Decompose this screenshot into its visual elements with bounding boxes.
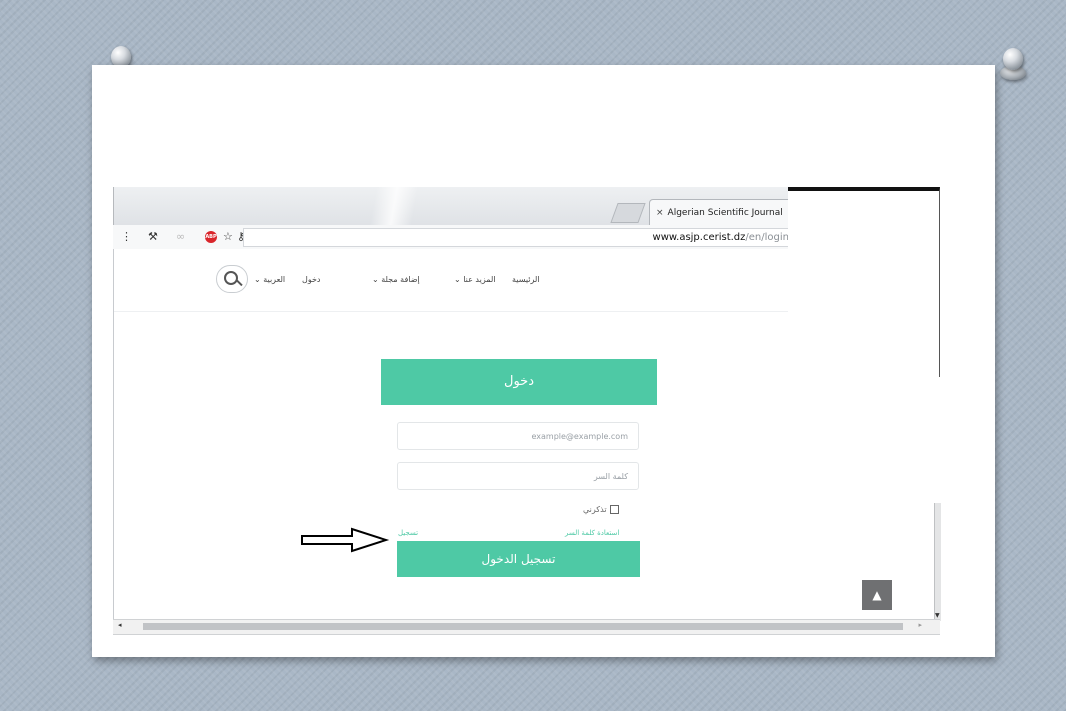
star-icon[interactable]: ☆: [223, 229, 233, 245]
browser-screenshot: × Algerian Scientific Journal ⋮ ⚒ ∞ ABP ☆…: [113, 187, 941, 635]
scrollbar-thumb[interactable]: [143, 623, 903, 630]
side-panel: [788, 187, 940, 377]
nav-login[interactable]: دخول: [302, 275, 320, 284]
tools-icon[interactable]: ⚒: [148, 229, 158, 245]
nav-add-journal[interactable]: إضافة مجلة ⌄: [372, 275, 420, 284]
site-navbar: العربية ⌄ دخول إضافة مجلة ⌄ المزيد عنا ⌄…: [114, 249, 789, 312]
horizontal-scrollbar[interactable]: ◂ ▸: [113, 619, 940, 635]
url-domain: www.asjp.cerist.dz: [652, 232, 746, 243]
forgot-password-link[interactable]: استعادة كلمة السر: [565, 529, 619, 537]
scroll-to-top-button[interactable]: ▲: [862, 580, 892, 610]
login-submit-button[interactable]: تسجيل الدخول: [397, 541, 640, 577]
search-icon[interactable]: [216, 265, 248, 293]
tab-close-icon[interactable]: ×: [656, 200, 664, 226]
tab-title: Algerian Scientific Journal: [667, 208, 783, 218]
remember-label: تذكرني: [583, 505, 607, 514]
vertical-scrollbar[interactable]: ▼: [934, 503, 941, 621]
browser-tab[interactable]: × Algerian Scientific Journal: [649, 199, 793, 226]
browser-tab-strip: × Algerian Scientific Journal: [113, 187, 793, 226]
new-tab-button[interactable]: [610, 203, 646, 223]
extension-grey-icon[interactable]: ∞: [176, 229, 185, 245]
pushpin-right-icon: [1000, 48, 1026, 82]
register-link[interactable]: تسجيل: [398, 529, 418, 537]
password-field[interactable]: كلمة السر: [397, 462, 639, 490]
nav-home[interactable]: الرئيسية: [512, 275, 540, 284]
chevron-up-icon: ▲: [872, 588, 882, 602]
url-path: /en/login: [745, 232, 789, 243]
url-field[interactable]: www.asjp.cerist.dz/en/login: [243, 228, 789, 247]
menu-dots-icon[interactable]: ⋮: [121, 229, 132, 245]
abp-adblock-icon[interactable]: ABP: [205, 231, 217, 243]
checkbox-icon[interactable]: [609, 505, 619, 514]
nav-language[interactable]: العربية ⌄: [254, 275, 285, 284]
login-title: دخول: [381, 359, 657, 405]
address-bar: ⋮ ⚒ ∞ ABP ☆ ⚷ www.asjp.cerist.dz/en/logi…: [113, 225, 789, 250]
pointer-arrow-icon: [301, 527, 390, 553]
remember-me-checkbox[interactable]: تذكرني: [583, 505, 619, 514]
scroll-right-arrow-icon[interactable]: ▸: [918, 621, 922, 629]
scroll-left-arrow-icon[interactable]: ◂: [118, 621, 122, 629]
nav-about[interactable]: المزيد عنا ⌄: [454, 275, 496, 284]
email-field[interactable]: example@example.com: [397, 422, 639, 450]
